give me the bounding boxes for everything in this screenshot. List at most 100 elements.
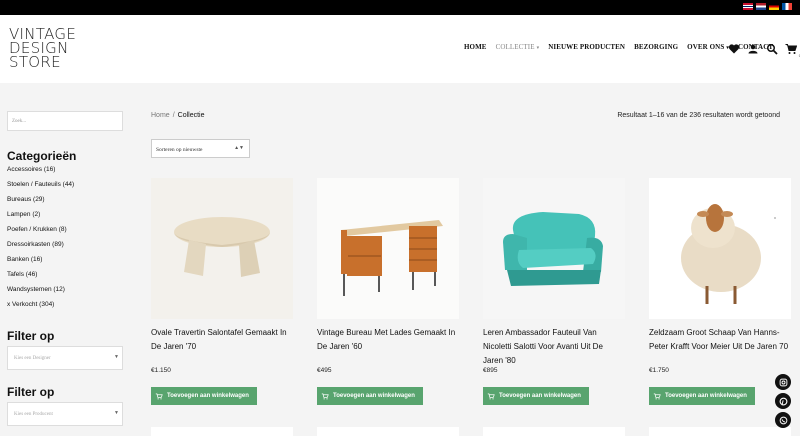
nav-home[interactable]: HOME xyxy=(464,43,487,51)
flag-fr-icon[interactable] xyxy=(782,3,792,10)
pinterest-icon[interactable] xyxy=(775,393,791,409)
category-count: (16) xyxy=(30,256,43,263)
header-icons: 0 xyxy=(728,42,800,58)
producent-select[interactable]: Kies een Producent ▼ xyxy=(7,402,123,426)
product-image[interactable] xyxy=(317,178,459,319)
heart-icon[interactable] xyxy=(728,42,740,54)
nav-collectie-label: COLLECTIE xyxy=(495,43,535,51)
chevron-down-icon: ▼ xyxy=(114,355,119,360)
category-name: Stoelen / Fauteuils xyxy=(7,181,61,188)
user-icon[interactable] xyxy=(747,42,759,54)
results-count: Resultaat 1–16 van de 236 resultaten wor… xyxy=(617,112,780,119)
category-item[interactable]: x Verkocht (304) xyxy=(7,300,74,315)
add-to-cart-label: Toevoegen aan winkelwagen xyxy=(167,393,249,399)
logo-line-3: STORE xyxy=(9,53,61,71)
product-card: Zeldzaam Groot Schaap Van Hanns-Peter Kr… xyxy=(649,178,791,405)
designer-select[interactable]: Kies een Designer ▼ xyxy=(7,346,123,370)
category-item[interactable]: Accessoires (16) xyxy=(7,165,74,180)
cart-plus-icon xyxy=(321,393,329,399)
site-logo[interactable]: VINTAGE DESIGN STORE xyxy=(9,27,76,71)
instagram-icon[interactable] xyxy=(775,374,791,390)
add-to-cart-button[interactable]: Toevoegen aan winkelwagen xyxy=(151,387,257,405)
product-image[interactable] xyxy=(151,178,293,319)
category-name: Banken xyxy=(7,256,30,263)
category-count: (89) xyxy=(52,241,64,248)
category-item[interactable]: Stoelen / Fauteuils (44) xyxy=(7,180,74,195)
cart-plus-icon xyxy=(653,393,661,399)
producent-select-value: Kies een Producent xyxy=(14,412,53,417)
flag-uk-icon[interactable] xyxy=(743,3,753,10)
product-card: Ovale Travertin Salontafel Gemaakt In De… xyxy=(151,178,293,405)
category-count: (8) xyxy=(58,226,67,233)
add-to-cart-label: Toevoegen aan winkelwagen xyxy=(665,393,747,399)
product-price: €895 xyxy=(483,367,498,374)
category-item[interactable]: Banken (16) xyxy=(7,255,74,270)
nav-over-ons-label: OVER ONS xyxy=(687,43,725,51)
sort-select-value: Sorteren op nieuwste xyxy=(156,147,203,153)
flag-nl-icon[interactable] xyxy=(756,3,766,10)
breadcrumb: Home / Collectie xyxy=(151,112,205,119)
designer-select-value: Kies een Designer xyxy=(14,356,51,361)
sort-select[interactable]: Sorteren op nieuwste ▲▼ xyxy=(151,139,250,158)
product-name[interactable]: Leren Ambassador Fauteuil Van Nicoletti … xyxy=(483,326,625,366)
category-count: (29) xyxy=(33,196,45,203)
chevron-down-icon: ▲▼ xyxy=(234,146,244,151)
category-name: Accessoires xyxy=(7,166,43,173)
product-name[interactable]: Ovale Travertin Salontafel Gemaakt In De… xyxy=(151,326,293,366)
category-count: (44) xyxy=(62,181,75,188)
product-price: €495 xyxy=(317,367,332,374)
category-count: (2) xyxy=(32,211,41,218)
category-item[interactable]: Lampen (2) xyxy=(7,210,74,225)
chevron-down-icon: ▾ xyxy=(536,46,540,51)
breadcrumb-current: Collectie xyxy=(177,112,205,119)
search-input[interactable]: Zoek... xyxy=(7,111,123,131)
category-item[interactable]: Wandsystemen (12) xyxy=(7,285,74,300)
breadcrumb-home[interactable]: Home xyxy=(151,112,170,119)
category-name: Bureaus xyxy=(7,196,32,203)
cart-icon[interactable]: 0 xyxy=(785,42,800,58)
category-item[interactable]: Poefen / Krukken (8) xyxy=(7,225,74,240)
nav-collectie[interactable]: COLLECTIE ▾ xyxy=(496,43,540,51)
product-price: €1.150 xyxy=(151,367,171,374)
category-name: Wandsystemen xyxy=(7,286,52,293)
category-name: Dressoirkasten xyxy=(7,241,51,248)
category-count: (304) xyxy=(39,301,55,308)
product-image[interactable] xyxy=(483,427,625,436)
category-name: x Verkocht xyxy=(7,301,38,308)
product-image[interactable] xyxy=(483,178,625,319)
category-item[interactable]: Bureaus (29) xyxy=(7,195,74,210)
whatsapp-icon[interactable] xyxy=(775,412,791,428)
cart-plus-icon xyxy=(487,393,495,399)
flag-de-icon[interactable] xyxy=(769,3,779,10)
product-name[interactable]: Zeldzaam Groot Schaap Van Hanns-Peter Kr… xyxy=(649,326,791,366)
category-count: (12) xyxy=(53,286,65,293)
add-to-cart-label: Toevoegen aan winkelwagen xyxy=(499,393,581,399)
category-name: Tafels xyxy=(7,271,24,278)
add-to-cart-button[interactable]: Toevoegen aan winkelwagen xyxy=(483,387,589,405)
site-header: VINTAGE DESIGN STORE HOME COLLECTIE ▾ NIE… xyxy=(0,15,800,83)
category-count: (16) xyxy=(43,166,56,173)
nav-over-ons[interactable]: OVER ONS ▾ xyxy=(687,43,729,51)
category-list: Accessoires (16) Stoelen / Fauteuils (44… xyxy=(7,165,74,315)
nav-bezorging[interactable]: BEZORGING xyxy=(634,43,678,51)
categories-title: Categorieën xyxy=(7,149,77,163)
product-image[interactable] xyxy=(317,427,459,436)
category-item[interactable]: Tafels (46) xyxy=(7,270,74,285)
product-card: Leren Ambassador Fauteuil Van Nicoletti … xyxy=(483,178,625,405)
nav-nieuwe-producten[interactable]: NIEUWE PRODUCTEN xyxy=(548,43,625,51)
top-bar xyxy=(0,0,800,15)
product-image[interactable] xyxy=(649,178,791,319)
product-image[interactable] xyxy=(649,427,791,436)
category-name: Poefen / Krukken xyxy=(7,226,57,233)
add-to-cart-button[interactable]: Toevoegen aan winkelwagen xyxy=(649,387,755,405)
product-card: Vintage Bureau Met Lades Gemaakt In De J… xyxy=(317,178,459,405)
chevron-down-icon: ▼ xyxy=(114,411,119,416)
category-item[interactable]: Dressoirkasten (89) xyxy=(7,240,74,255)
add-to-cart-button[interactable]: Toevoegen aan winkelwagen xyxy=(317,387,423,405)
product-name[interactable]: Vintage Bureau Met Lades Gemaakt In De J… xyxy=(317,326,459,366)
product-image[interactable] xyxy=(151,427,293,436)
add-to-cart-label: Toevoegen aan winkelwagen xyxy=(333,393,415,399)
search-icon[interactable] xyxy=(766,42,778,55)
category-name: Lampen xyxy=(7,211,31,218)
category-count: (46) xyxy=(25,271,38,278)
